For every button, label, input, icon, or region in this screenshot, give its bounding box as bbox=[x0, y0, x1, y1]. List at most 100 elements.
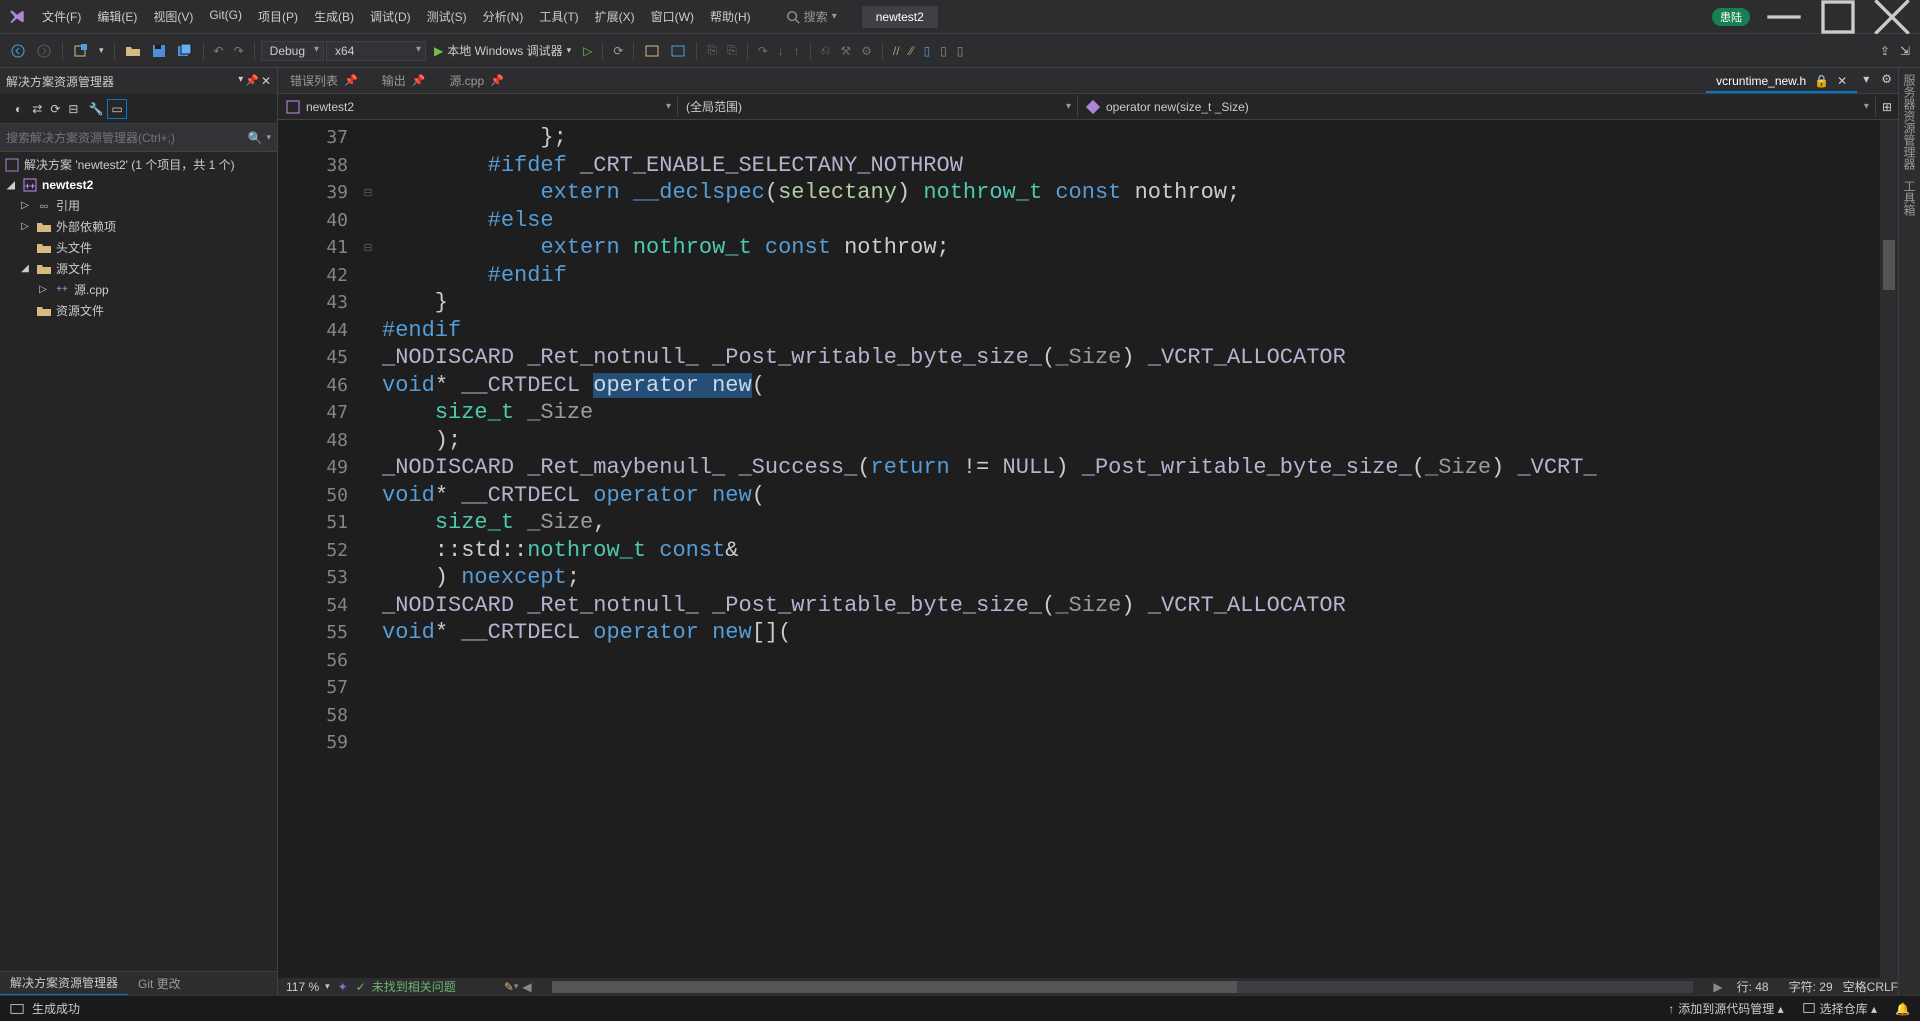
uncomment-icon[interactable]: ⁄⁄ bbox=[906, 41, 918, 61]
source-file-node[interactable]: ▷ ++ 源.cpp bbox=[0, 279, 277, 300]
sidebar-tab-git[interactable]: Git 更改 bbox=[128, 972, 191, 995]
start-debug-button[interactable]: ▶ 本地 Windows 调试器 ▾ bbox=[428, 40, 577, 61]
col-indicator[interactable]: 字符: 29 bbox=[1779, 978, 1843, 995]
expand-toggle[interactable]: ▷ bbox=[36, 284, 50, 295]
expand-toggle[interactable]: ▷ bbox=[18, 221, 32, 232]
bookmark-icon[interactable]: ▯ bbox=[920, 41, 935, 61]
select-repo[interactable]: 选择仓库 ▴ bbox=[1802, 1000, 1877, 1017]
share-icon[interactable]: ⇪ bbox=[1876, 41, 1894, 61]
close-tab-button[interactable]: ✕ bbox=[1837, 74, 1847, 88]
tab-source-cpp[interactable]: 源.cpp📌 bbox=[437, 68, 515, 93]
pin-icon[interactable]: 📌 bbox=[344, 74, 358, 87]
menu-test[interactable]: 测试(S) bbox=[419, 4, 475, 29]
server-explorer-tab[interactable]: 服务器资源管理器 bbox=[1901, 74, 1918, 170]
open-button[interactable] bbox=[121, 40, 145, 62]
menu-view[interactable]: 视图(V) bbox=[145, 4, 201, 29]
sidebar-tab-explorer[interactable]: 解决方案资源管理器 bbox=[0, 971, 128, 996]
outline-margin[interactable]: ⊟⊟ bbox=[358, 120, 378, 978]
tb-icon[interactable]: ⚙ bbox=[857, 41, 876, 61]
save-all-button[interactable] bbox=[173, 40, 197, 62]
step-into-icon[interactable]: ↓ bbox=[774, 41, 788, 61]
collapse-icon[interactable]: ⊟ bbox=[65, 100, 81, 118]
intellicode-icon[interactable]: ✦ bbox=[338, 980, 348, 994]
user-badge[interactable]: 患陆 bbox=[1712, 8, 1750, 26]
menu-git[interactable]: Git(G) bbox=[201, 4, 250, 29]
tb-icon[interactable]: ⎘ bbox=[703, 40, 721, 61]
step-over-icon[interactable]: ↷ bbox=[754, 41, 772, 61]
indent-mode[interactable]: 空格 bbox=[1843, 978, 1867, 995]
code-content[interactable]: }; #ifdef _CRT_ENABLE_SELECTANY_NOTHROW … bbox=[378, 120, 1880, 978]
config-combo[interactable]: Debug bbox=[261, 41, 324, 61]
notifications-icon[interactable]: 🔔 bbox=[1895, 1002, 1910, 1016]
nav-fwd-button[interactable] bbox=[32, 40, 56, 62]
menu-window[interactable]: 窗口(W) bbox=[643, 4, 702, 29]
settings-icon[interactable]: ⚙ bbox=[1875, 68, 1898, 93]
tab-overflow-icon[interactable]: ▾ bbox=[1857, 68, 1875, 93]
scroll-left-icon[interactable]: ◀ bbox=[518, 980, 535, 994]
chevron-down-icon[interactable]: ▾ bbox=[262, 132, 271, 143]
preview-icon[interactable]: ▭ bbox=[108, 100, 125, 118]
menu-project[interactable]: 项目(P) bbox=[250, 4, 306, 29]
pin-icon[interactable]: 📌 bbox=[412, 74, 426, 87]
line-indicator[interactable]: 行: 48 bbox=[1727, 978, 1779, 995]
output-icon[interactable] bbox=[10, 1002, 24, 1016]
tb-icon[interactable]: ⚒ bbox=[836, 41, 855, 61]
vertical-scrollbar[interactable] bbox=[1880, 120, 1898, 978]
tb-icon[interactable] bbox=[666, 40, 690, 62]
tb-icon[interactable]: ⎘ bbox=[723, 40, 741, 61]
menu-file[interactable]: 文件(F) bbox=[34, 4, 89, 29]
dropdown-icon[interactable]: ▾ bbox=[238, 74, 243, 88]
no-issues[interactable]: ✓未找到相关问题 bbox=[348, 978, 464, 995]
sources-node[interactable]: ◢ 源文件 bbox=[0, 258, 277, 279]
eol-mode[interactable]: CRLF bbox=[1867, 980, 1898, 994]
project-node[interactable]: ◢ ++ newtest2 bbox=[0, 175, 277, 195]
scroll-thumb[interactable] bbox=[552, 981, 1237, 993]
maximize-button[interactable] bbox=[1818, 2, 1858, 32]
pin-icon[interactable]: 📌 bbox=[490, 74, 504, 87]
tab-error-list[interactable]: 错误列表📌 bbox=[278, 68, 370, 93]
start-without-debug-button[interactable]: ▷ bbox=[579, 41, 596, 61]
expand-toggle[interactable]: ▷ bbox=[18, 200, 32, 211]
menu-help[interactable]: 帮助(H) bbox=[702, 4, 759, 29]
toolbox-tab[interactable]: 工具箱 bbox=[1901, 180, 1918, 216]
headers-node[interactable]: 头文件 bbox=[0, 237, 277, 258]
tb-icon[interactable]: ⎌ bbox=[817, 40, 835, 61]
save-button[interactable] bbox=[147, 40, 171, 62]
new-project-button[interactable] bbox=[69, 40, 93, 62]
tb-icon[interactable]: ⟳ bbox=[609, 41, 627, 61]
close-button[interactable] bbox=[1872, 2, 1912, 32]
brush-icon[interactable]: ✎ bbox=[504, 980, 514, 994]
scroll-right-icon[interactable]: ▶ bbox=[1709, 980, 1726, 994]
solution-explorer-search[interactable]: 🔍 ▾ bbox=[0, 124, 277, 152]
minimize-button[interactable] bbox=[1764, 2, 1804, 32]
close-icon[interactable]: ✕ bbox=[261, 74, 271, 88]
solution-root[interactable]: 解决方案 'newtest2' (1 个项目，共 1 个) bbox=[0, 154, 277, 175]
tb-icon[interactable] bbox=[640, 40, 664, 62]
tb-icon[interactable]: ▯ bbox=[953, 41, 968, 61]
tab-output[interactable]: 输出📌 bbox=[370, 68, 438, 93]
horizontal-scrollbar[interactable] bbox=[552, 981, 1694, 993]
split-icon[interactable]: ⊞ bbox=[1876, 97, 1898, 117]
search-input[interactable] bbox=[6, 131, 248, 145]
platform-combo[interactable]: x64 bbox=[326, 41, 426, 61]
undo-button[interactable]: ↶ bbox=[210, 41, 228, 61]
menu-analyze[interactable]: 分析(N) bbox=[475, 4, 532, 29]
add-to-scm[interactable]: ↑添加到源代码管理 ▴ bbox=[1668, 1000, 1783, 1017]
menu-debug[interactable]: 调试(D) bbox=[362, 4, 419, 29]
chevron-down-icon[interactable]: ▾ bbox=[95, 42, 108, 59]
resources-node[interactable]: 资源文件 bbox=[0, 300, 277, 321]
scroll-thumb[interactable] bbox=[1883, 240, 1895, 290]
type-scope-combo[interactable]: (全局范围) bbox=[678, 95, 1078, 118]
wrench-icon[interactable]: 🔧 bbox=[85, 100, 106, 118]
sync-icon[interactable]: ⇄ bbox=[29, 100, 45, 118]
live-share-icon[interactable]: ⇲ bbox=[1896, 41, 1914, 61]
expand-toggle[interactable]: ◢ bbox=[18, 263, 32, 274]
global-search[interactable]: 搜索 ▾ bbox=[777, 5, 846, 28]
nav-back-button[interactable] bbox=[6, 40, 30, 62]
code-editor[interactable]: 3738394041424344454647484950515253545556… bbox=[278, 120, 1898, 978]
tab-vcruntime[interactable]: vcruntime_new.h 🔒 ✕ bbox=[1706, 68, 1857, 93]
tb-icon[interactable]: ▯ bbox=[936, 41, 951, 61]
expand-toggle[interactable]: ◢ bbox=[4, 180, 18, 191]
menu-tools[interactable]: 工具(T) bbox=[531, 4, 586, 29]
references-node[interactable]: ▷ ▫▫ 引用 bbox=[0, 195, 277, 216]
